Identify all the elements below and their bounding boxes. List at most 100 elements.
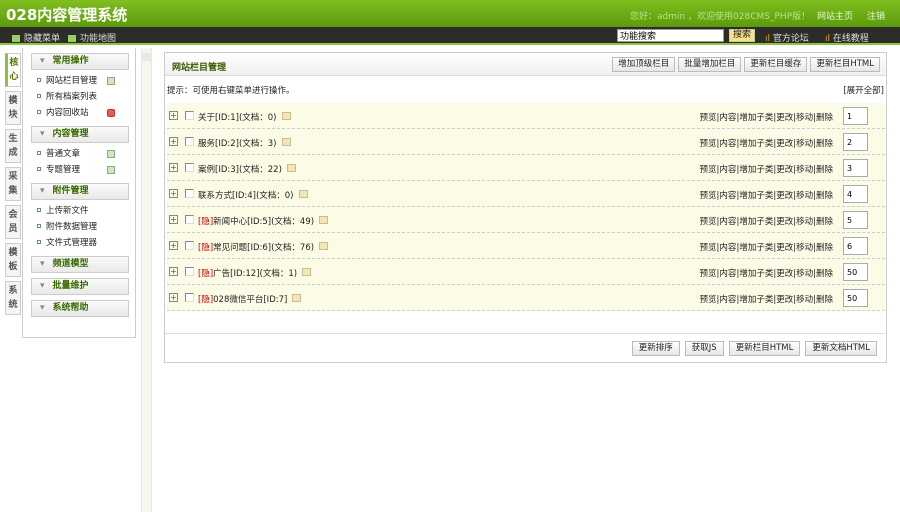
footer-button-1[interactable]: 获取JS — [684, 341, 724, 356]
sidebar-group-header[interactable]: ▾ 常用操作 — [31, 53, 129, 70]
category-name[interactable]: 服务[ID:2](文档：3) — [198, 137, 291, 149]
sidebar-item[interactable]: 内容回收站 — [23, 105, 135, 121]
delete-link[interactable]: 删除 — [816, 295, 833, 305]
category-name[interactable]: [隐]常见问题[ID:6](文档：76) — [198, 241, 329, 253]
content-link[interactable]: 内容 — [719, 269, 736, 279]
edit-link[interactable]: 更改 — [776, 269, 793, 279]
expand-icon[interactable]: + — [169, 215, 178, 224]
add-child-link[interactable]: 增加子类 — [739, 295, 773, 305]
edit-icon[interactable] — [298, 190, 308, 198]
content-link[interactable]: 内容 — [719, 139, 736, 149]
delete-link[interactable]: 删除 — [816, 243, 833, 253]
preview-link[interactable]: 预览 — [700, 295, 717, 305]
sort-order-input[interactable] — [843, 211, 868, 229]
sidebar-item[interactable]: 网站栏目管理 — [23, 73, 135, 89]
content-link[interactable]: 内容 — [719, 217, 736, 227]
move-link[interactable]: 移动 — [796, 243, 813, 253]
function-map-link[interactable]: 功能地图 — [68, 31, 116, 44]
category-name[interactable]: [隐]广告[ID:12](文档：1) — [198, 267, 312, 279]
logout-link[interactable]: 注销 — [867, 9, 885, 22]
sort-order-input[interactable] — [843, 237, 868, 255]
sidebar-item[interactable]: 文件式管理器 — [23, 235, 135, 251]
expand-icon[interactable]: + — [169, 137, 178, 146]
sidebar-item[interactable]: 专题管理 — [23, 162, 135, 178]
expand-icon[interactable]: + — [169, 293, 178, 302]
move-link[interactable]: 移动 — [796, 269, 813, 279]
edit-icon[interactable] — [292, 294, 302, 302]
row-checkbox[interactable] — [185, 215, 194, 224]
forum-link[interactable]: ıl 官方论坛 — [765, 31, 809, 44]
preview-link[interactable]: 预览 — [700, 191, 717, 201]
edit-link[interactable]: 更改 — [776, 139, 793, 149]
splitter-handle[interactable] — [142, 53, 152, 61]
edit-link[interactable]: 更改 — [776, 217, 793, 227]
content-link[interactable]: 内容 — [719, 113, 736, 123]
tab-2[interactable]: 生成 — [5, 129, 21, 163]
tab-0[interactable]: 核心 — [5, 53, 21, 87]
edit-icon[interactable] — [281, 112, 291, 120]
sort-order-input[interactable] — [843, 159, 868, 177]
edit-icon[interactable] — [281, 138, 291, 146]
add-child-link[interactable]: 增加子类 — [739, 191, 773, 201]
footer-button-2[interactable]: 更新栏目HTML — [728, 341, 801, 356]
recycle-icon[interactable] — [107, 109, 115, 117]
footer-button-0[interactable]: 更新排序 — [631, 341, 680, 356]
sort-order-input[interactable] — [843, 185, 868, 203]
hide-menu-link[interactable]: 隐藏菜单 — [12, 31, 60, 44]
row-checkbox[interactable] — [185, 241, 194, 250]
sidebar-item[interactable]: 所有档案列表 — [23, 89, 135, 105]
category-name[interactable]: 案例[ID:3](文档：22) — [198, 163, 296, 175]
delete-link[interactable]: 删除 — [816, 139, 833, 149]
row-checkbox[interactable] — [185, 293, 194, 302]
edit-icon[interactable] — [286, 164, 296, 172]
delete-link[interactable]: 删除 — [816, 269, 833, 279]
add-icon[interactable] — [107, 150, 115, 158]
edit-icon[interactable] — [319, 242, 329, 250]
expand-icon[interactable]: + — [169, 163, 178, 172]
sidebar-item[interactable]: 普通文章 — [23, 146, 135, 162]
edit-link[interactable]: 更改 — [776, 243, 793, 253]
content-link[interactable]: 内容 — [719, 295, 736, 305]
tab-5[interactable]: 模板 — [5, 243, 21, 277]
add-child-link[interactable]: 增加子类 — [739, 217, 773, 227]
footer-button-3[interactable]: 更新文档HTML — [805, 341, 877, 356]
edit-link[interactable]: 更改 — [776, 165, 793, 175]
tutorial-link[interactable]: ıl 在线教程 — [825, 31, 869, 44]
add-child-link[interactable]: 增加子类 — [739, 269, 773, 279]
sidebar-group-header[interactable]: ▾ 系统帮助 — [31, 300, 129, 317]
preview-link[interactable]: 预览 — [700, 243, 717, 253]
search-button[interactable]: 搜索 — [729, 29, 755, 42]
move-link[interactable]: 移动 — [796, 217, 813, 227]
edit-link[interactable]: 更改 — [776, 191, 793, 201]
category-name[interactable]: [隐]028微信平台[ID:7] — [198, 293, 302, 305]
expand-all-link[interactable]: [展开全部] — [843, 84, 884, 96]
add-icon[interactable] — [107, 77, 115, 85]
header-button-0[interactable]: 增加顶级栏目 — [612, 57, 676, 72]
edit-icon[interactable] — [319, 216, 329, 224]
expand-icon[interactable]: + — [169, 267, 178, 276]
sidebar-item[interactable]: 上传新文件 — [23, 203, 135, 219]
header-button-3[interactable]: 更新栏目HTML — [810, 57, 880, 72]
expand-icon[interactable]: + — [169, 189, 178, 198]
preview-link[interactable]: 预览 — [700, 217, 717, 227]
home-link[interactable]: 网站主页 — [817, 9, 853, 22]
row-checkbox[interactable] — [185, 267, 194, 276]
row-checkbox[interactable] — [185, 111, 194, 120]
edit-link[interactable]: 更改 — [776, 113, 793, 123]
expand-icon[interactable]: + — [169, 111, 178, 120]
move-link[interactable]: 移动 — [796, 113, 813, 123]
row-checkbox[interactable] — [185, 163, 194, 172]
add-icon[interactable] — [107, 166, 115, 174]
sidebar-group-header[interactable]: ▾ 批量维护 — [31, 278, 129, 295]
add-child-link[interactable]: 增加子类 — [739, 165, 773, 175]
content-link[interactable]: 内容 — [719, 165, 736, 175]
move-link[interactable]: 移动 — [796, 191, 813, 201]
sidebar-group-header[interactable]: ▾ 附件管理 — [31, 183, 129, 200]
preview-link[interactable]: 预览 — [700, 139, 717, 149]
sidebar-group-header[interactable]: ▾ 内容管理 — [31, 126, 129, 143]
move-link[interactable]: 移动 — [796, 295, 813, 305]
add-child-link[interactable]: 增加子类 — [739, 139, 773, 149]
sidebar-splitter[interactable] — [141, 48, 152, 512]
sidebar-item[interactable]: 附件数据管理 — [23, 219, 135, 235]
add-child-link[interactable]: 增加子类 — [739, 113, 773, 123]
